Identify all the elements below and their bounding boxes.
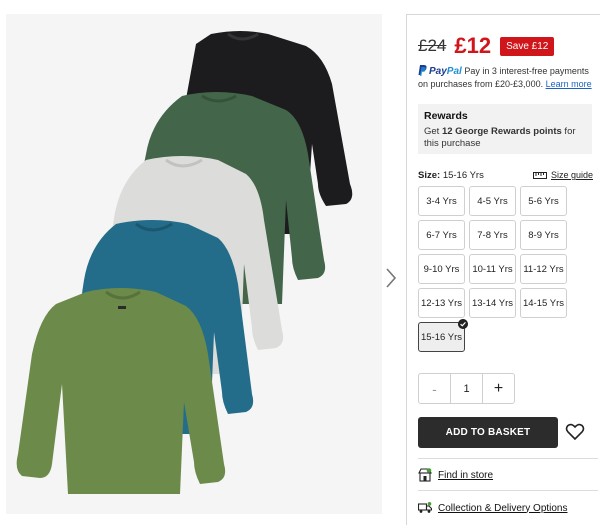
size-option-label: 4-5 Yrs — [477, 195, 508, 207]
size-option-label: 5-6 Yrs — [528, 195, 559, 207]
size-guide-label: Size guide — [550, 170, 593, 180]
size-option-13-14[interactable]: 13-14 Yrs — [469, 288, 516, 318]
delivery-van-icon — [418, 502, 432, 513]
rewards-title: Rewards — [424, 110, 468, 122]
size-header: Size: 15-16 Yrs Size guide — [418, 170, 593, 181]
save-badge: Save £12 — [500, 36, 555, 56]
paypal-learn-more-link[interactable]: Learn more — [546, 79, 592, 89]
paypal-logo-pay: Pay — [429, 66, 447, 77]
add-to-basket-button[interactable]: ADD TO BASKET — [418, 417, 558, 448]
size-option-15-16[interactable]: 15-16 Yrs — [418, 319, 468, 352]
divider — [418, 458, 598, 459]
size-label: Size: — [418, 170, 441, 181]
rewards-text-prefix: Get — [424, 126, 442, 137]
size-option-label: 9-10 Yrs — [423, 263, 460, 275]
quantity-stepper: - 1 + — [418, 373, 515, 404]
paypal-logo-pal: Pal — [446, 66, 462, 77]
find-in-store-row[interactable]: Find in store — [418, 468, 493, 482]
size-option-label: 6-7 Yrs — [426, 229, 457, 241]
paypal-logo: PayPal — [429, 66, 462, 77]
product-image[interactable] — [6, 14, 382, 514]
size-option-14-15[interactable]: 14-15 Yrs — [520, 288, 567, 318]
collection-delivery-link[interactable]: Collection & Delivery Options — [438, 503, 568, 514]
selected-size-text: 15-16 Yrs — [442, 170, 484, 181]
ruler-icon — [532, 171, 547, 179]
size-option-4-5[interactable]: 4-5 Yrs — [469, 186, 516, 216]
size-option-label: 3-4 Yrs — [426, 195, 457, 207]
size-option-label: 15-16 Yrs — [420, 331, 462, 343]
khaki-sweatshirt — [16, 288, 226, 494]
purchase-panel: £24 £12 Save £12 PayPal Pay in 3 interes… — [406, 14, 600, 525]
rewards-box: Rewards Get 12 George Rewards points for… — [418, 104, 592, 154]
find-in-store-link[interactable]: Find in store — [438, 470, 493, 481]
was-price: £24 — [418, 36, 447, 55]
quantity-decrease-button[interactable]: - — [419, 374, 451, 403]
size-option-10-11[interactable]: 10-11 Yrs — [469, 254, 516, 284]
size-option-label: 7-8 Yrs — [477, 229, 508, 241]
size-option-7-8[interactable]: 7-8 Yrs — [469, 220, 516, 250]
size-option-label: 8-9 Yrs — [528, 229, 559, 241]
current-price: £12 — [454, 33, 492, 58]
size-option-9-10[interactable]: 9-10 Yrs — [418, 254, 465, 284]
paypal-message: PayPal Pay in 3 interest-free payments o… — [418, 65, 598, 91]
quantity-increase-button[interactable]: + — [482, 374, 514, 403]
size-option-label: 14-15 Yrs — [522, 297, 564, 309]
price-row: £24 £12 Save £12 — [418, 33, 555, 59]
size-option-6-7[interactable]: 6-7 Yrs — [418, 220, 465, 250]
store-icon — [418, 468, 432, 482]
size-option-label: 13-14 Yrs — [471, 297, 513, 309]
rewards-points: 12 George Rewards points — [441, 126, 562, 137]
chevron-right-icon[interactable] — [384, 266, 398, 290]
size-option-label: 10-11 Yrs — [472, 263, 513, 275]
collection-delivery-row[interactable]: Collection & Delivery Options — [418, 502, 568, 514]
checkmark-icon — [458, 319, 468, 329]
size-option-label: 11-12 Yrs — [523, 263, 564, 275]
rewards-text: Get 12 George Rewards points for this pu… — [424, 126, 586, 150]
paypal-icon — [418, 65, 427, 76]
quantity-value[interactable]: 1 — [451, 374, 482, 403]
divider — [418, 490, 598, 491]
size-option-3-4[interactable]: 3-4 Yrs — [418, 186, 465, 216]
size-option-8-9[interactable]: 8-9 Yrs — [520, 220, 567, 250]
heart-icon[interactable] — [565, 422, 585, 442]
size-option-5-6[interactable]: 5-6 Yrs — [520, 186, 567, 216]
size-option-12-13[interactable]: 12-13 Yrs — [418, 288, 465, 318]
size-option-label: 12-13 Yrs — [420, 297, 462, 309]
size-guide-link[interactable]: Size guide — [532, 170, 593, 180]
size-option-11-12[interactable]: 11-12 Yrs — [520, 254, 567, 284]
product-photo-sweatshirts — [16, 31, 353, 494]
